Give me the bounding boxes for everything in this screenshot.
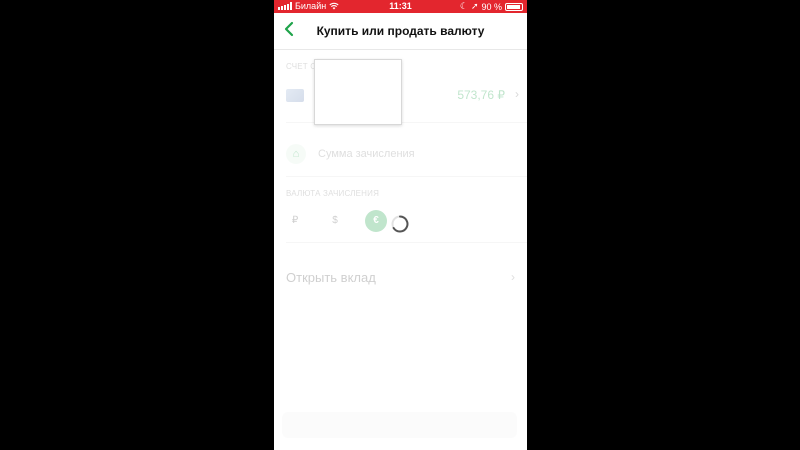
account-section-label: СЧЕТ С bbox=[286, 62, 317, 71]
nav-bar: Купить или продать валюту bbox=[274, 13, 527, 50]
status-bar: Билайн 11:31 ☾ ➚ 90 % bbox=[274, 0, 527, 13]
currency-eur-option[interactable]: € bbox=[365, 210, 387, 232]
divider bbox=[286, 176, 527, 177]
divider bbox=[286, 242, 527, 243]
amount-icon: ⌂ bbox=[286, 144, 306, 164]
popup-overlay bbox=[314, 59, 402, 125]
currency-rub-option[interactable]: ₽ bbox=[284, 210, 306, 232]
page-title: Купить или продать валюту bbox=[316, 24, 485, 38]
chevron-right-icon: › bbox=[515, 87, 519, 101]
account-balance: 573,76 ₽ bbox=[457, 88, 505, 102]
amount-field[interactable]: ⌂ Сумма зачисления bbox=[274, 140, 527, 170]
battery-icon bbox=[505, 2, 523, 11]
currency-usd-option[interactable]: $ bbox=[324, 210, 346, 232]
loading-spinner-icon bbox=[391, 215, 409, 233]
card-icon bbox=[286, 89, 304, 102]
open-deposit-label: Открыть вклад bbox=[286, 270, 376, 285]
submit-button[interactable] bbox=[282, 412, 517, 438]
phone-screen: Билайн 11:31 ☾ ➚ 90 % Купить или продать… bbox=[274, 0, 527, 450]
open-deposit-row[interactable]: Открыть вклад › bbox=[274, 265, 527, 291]
amount-placeholder: Сумма зачисления bbox=[318, 148, 415, 160]
chevron-right-icon: › bbox=[511, 270, 515, 284]
battery-percent: 90 % bbox=[481, 1, 502, 12]
currency-section-label: ВАЛЮТА ЗАЧИСЛЕНИЯ bbox=[286, 189, 380, 198]
status-right: ☾ ➚ 90 % bbox=[460, 1, 523, 12]
moon-icon: ☾ bbox=[459, 1, 468, 11]
location-icon: ➚ bbox=[470, 1, 479, 11]
